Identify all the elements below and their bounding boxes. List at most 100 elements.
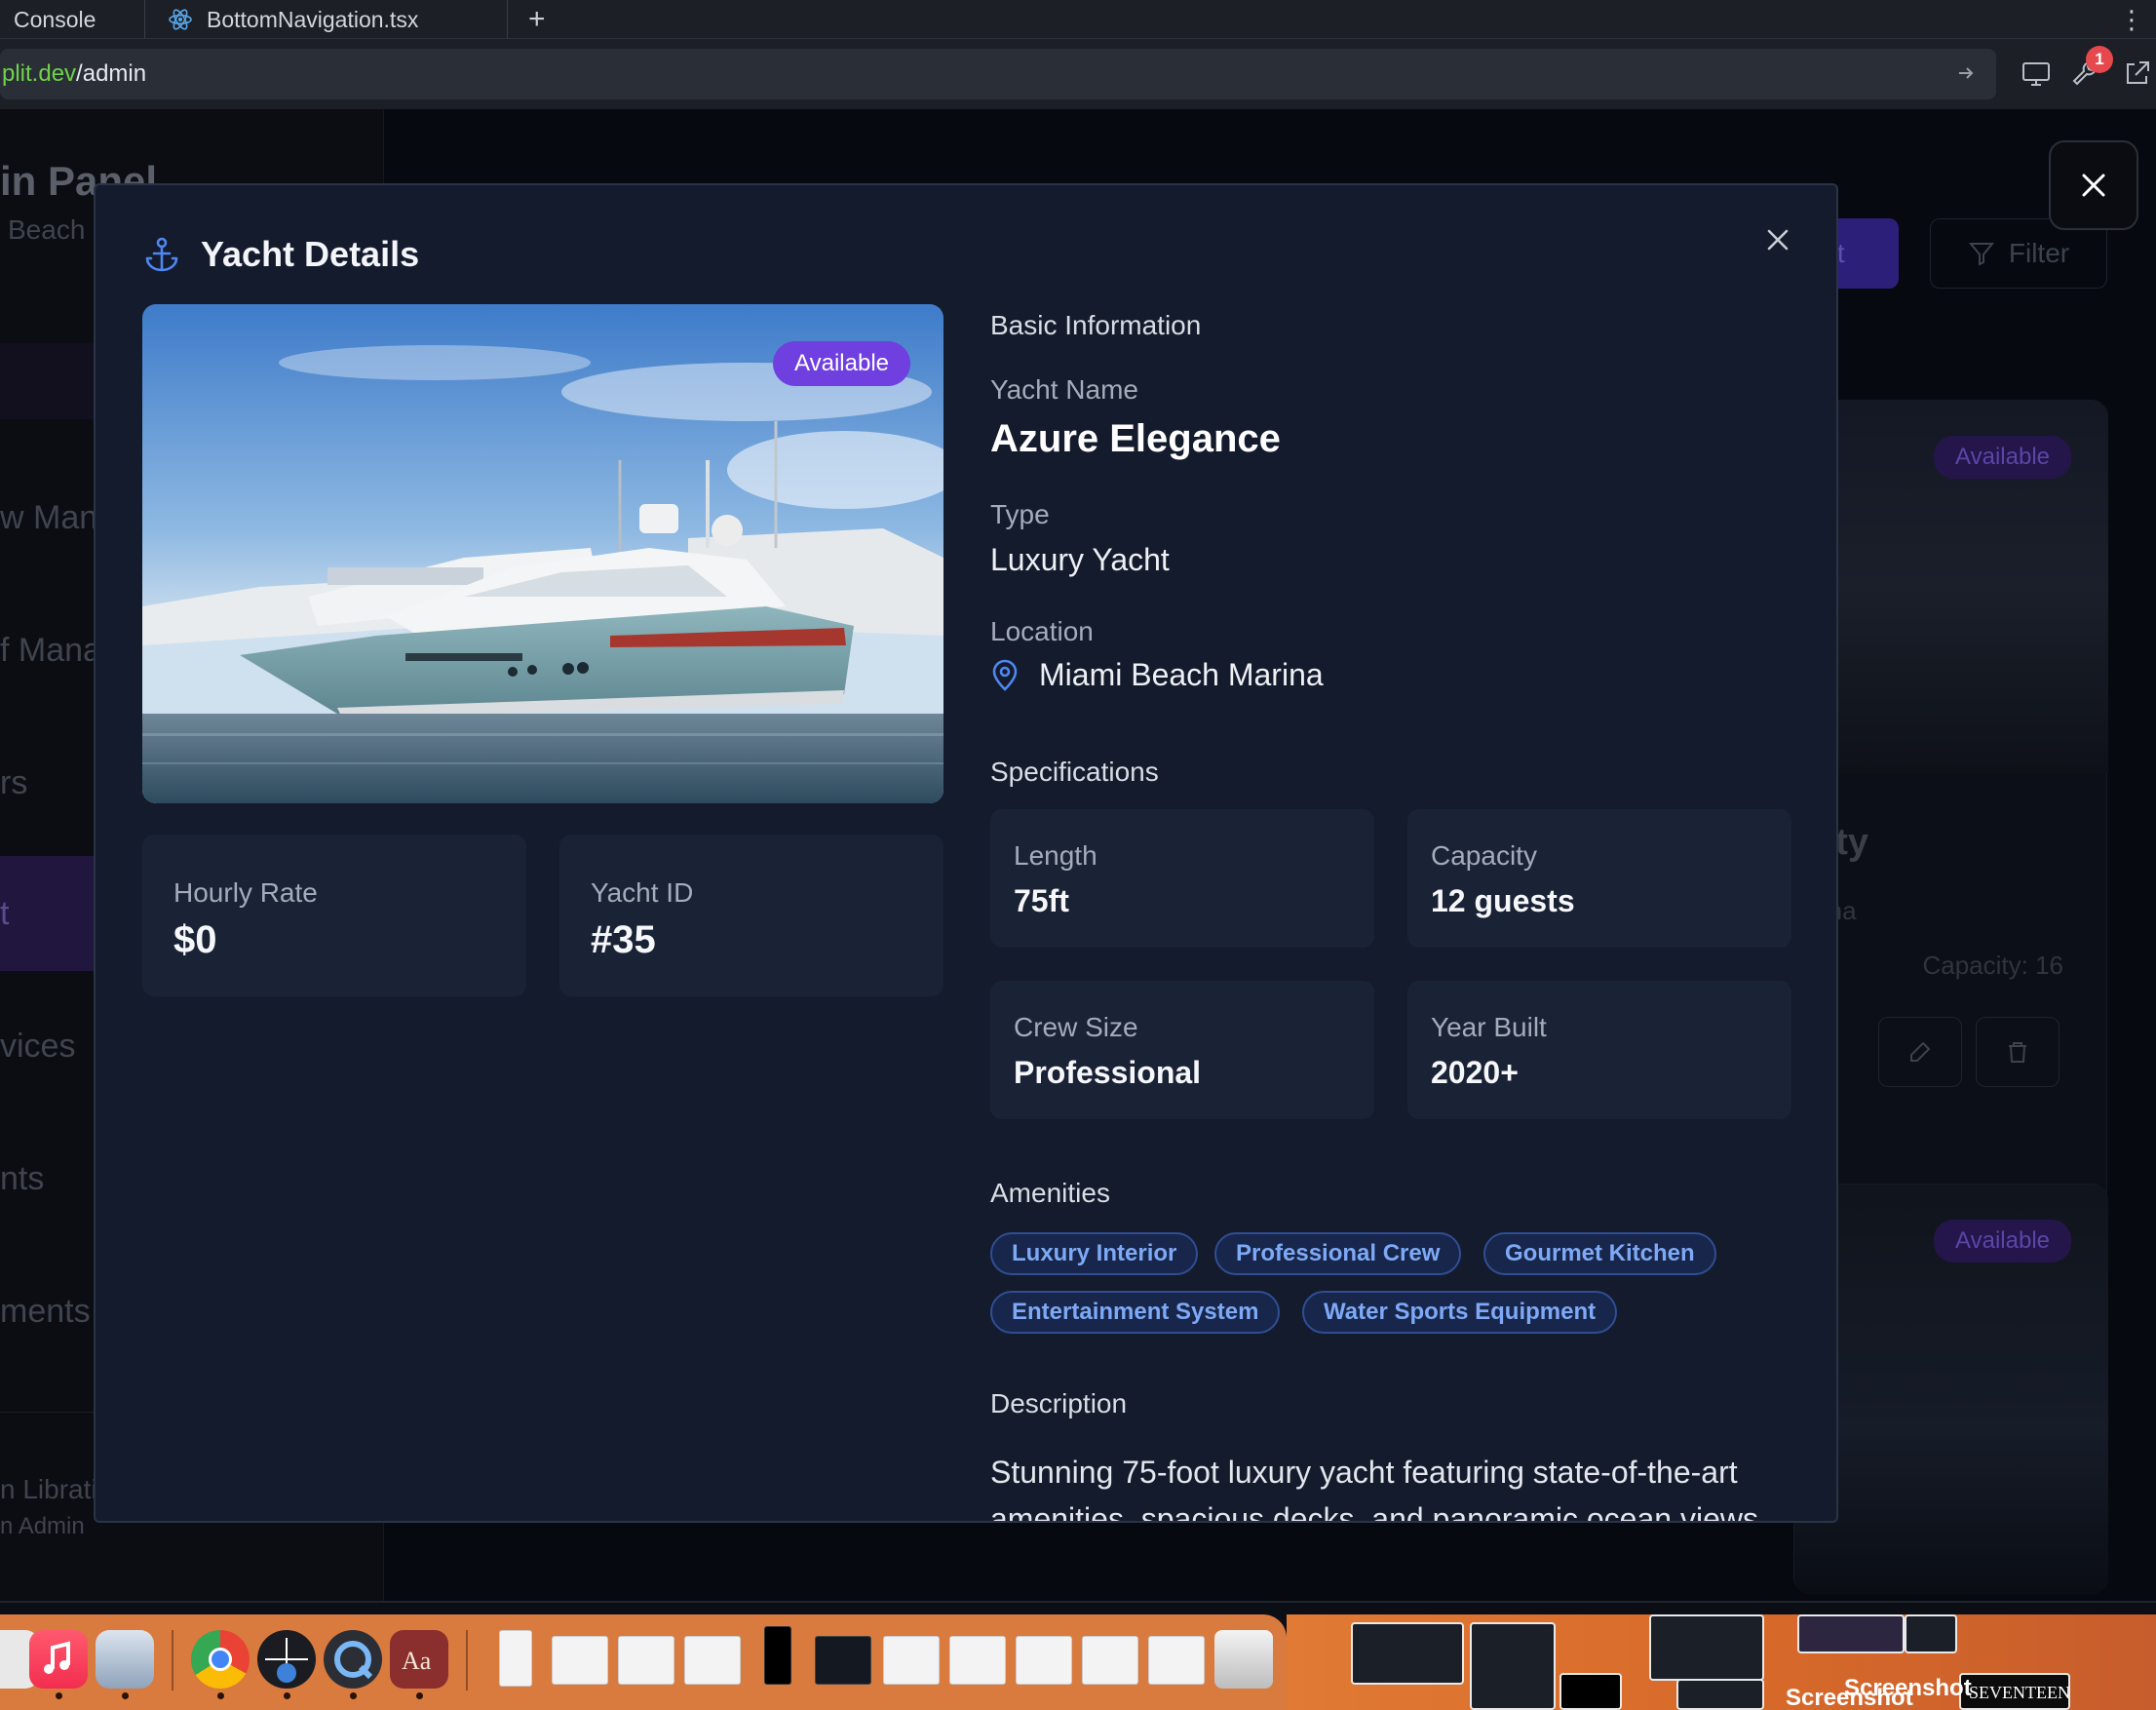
desktop-file-label[interactable]: Screenshot xyxy=(1786,1685,1913,1710)
compass-app-icon[interactable] xyxy=(257,1630,316,1689)
desktop-thumbnail[interactable]: SEVENTEEN xyxy=(1959,1673,2070,1710)
filter-icon xyxy=(1968,243,1994,266)
thumbnail-text: SEVENTEEN xyxy=(1969,1683,2070,1702)
amenity-chip: Luxury Interior xyxy=(990,1232,1199,1275)
desktop-thumbnail[interactable] xyxy=(1559,1673,1622,1710)
spec-label: Year Built xyxy=(1431,1012,1547,1042)
type-value: Luxury Yacht xyxy=(990,542,1170,577)
document-thumbnail[interactable] xyxy=(552,1636,608,1685)
tab-console[interactable]: Console xyxy=(14,0,96,39)
sidebar-item[interactable]: nts xyxy=(0,1160,44,1198)
new-tab-button[interactable]: + xyxy=(528,0,546,39)
open-external-icon[interactable] xyxy=(2121,57,2154,90)
close-overlay-button[interactable] xyxy=(2049,140,2156,230)
desktop-thumbnail[interactable] xyxy=(1797,1614,1905,1653)
close-overlay-frame xyxy=(2049,140,2138,230)
basic-info-heading: Basic Information xyxy=(990,310,1202,340)
document-icon[interactable] xyxy=(499,1630,532,1687)
description-heading: Description xyxy=(990,1388,1128,1419)
quicktime-icon[interactable] xyxy=(324,1630,382,1689)
desktop-thumbnail[interactable] xyxy=(1676,1679,1764,1710)
amenity-chip: Gourmet Kitchen xyxy=(1483,1232,1716,1275)
notification-badge: 1 xyxy=(2086,46,2113,73)
modal-header: Yacht Details xyxy=(142,234,419,275)
card-capacity: Capacity: 16 xyxy=(1922,951,2063,980)
url-path: /admin xyxy=(76,60,147,87)
map-pin-icon xyxy=(992,659,1018,691)
yacht-card: Available esty larina Capacity: 16 xyxy=(1793,400,2108,1244)
running-indicator xyxy=(56,1692,62,1699)
trash-bin-icon[interactable] xyxy=(1214,1630,1273,1689)
desktop-thumbnail[interactable] xyxy=(1470,1622,1556,1710)
more-menu-icon[interactable]: ⋮ xyxy=(2119,0,2144,39)
yacht-id-value: #35 xyxy=(591,918,656,961)
anchor-icon xyxy=(145,237,178,272)
react-icon xyxy=(169,9,192,30)
running-indicator xyxy=(416,1692,423,1699)
document-thumbnail[interactable] xyxy=(949,1636,1006,1685)
trash-icon xyxy=(2009,1042,2026,1063)
document-thumbnail[interactable] xyxy=(883,1636,940,1685)
document-thumbnail[interactable] xyxy=(684,1636,741,1685)
address-bar-row: plit.dev /admin xyxy=(0,39,2156,109)
yacht-details-modal: Yacht Details Available Hourly Rate $0 Y… xyxy=(94,183,1838,1523)
spec-label: Crew Size xyxy=(1014,1012,1138,1042)
svg-text:Aa: Aa xyxy=(402,1647,432,1675)
yacht-id-label: Yacht ID xyxy=(591,877,694,908)
hourly-rate-card: Hourly Rate $0 xyxy=(142,835,526,996)
hourly-rate-label: Hourly Rate xyxy=(173,877,318,908)
spec-value: 75ft xyxy=(1014,883,1069,918)
document-thumbnail[interactable] xyxy=(618,1636,674,1685)
hourly-rate-value: $0 xyxy=(173,918,217,961)
preview-icon[interactable] xyxy=(96,1630,154,1689)
go-arrow-icon[interactable] xyxy=(1955,62,1977,84)
type-label: Type xyxy=(990,499,1050,529)
spec-label: Capacity xyxy=(1431,840,1537,871)
music-icon[interactable] xyxy=(29,1630,88,1689)
url-field[interactable]: plit.dev /admin xyxy=(0,49,1996,99)
desktop-thumbnail[interactable] xyxy=(1351,1622,1464,1685)
tab-divider xyxy=(144,0,145,39)
sidebar-item[interactable]: ments xyxy=(0,1293,91,1331)
tab-label: BottomNavigation.tsx xyxy=(207,6,419,32)
spec-label: Length xyxy=(1014,840,1097,871)
document-thumbnail[interactable] xyxy=(1016,1636,1072,1685)
amenities-heading: Amenities xyxy=(990,1178,1110,1208)
status-badge: Available xyxy=(773,341,910,386)
user-role: n Admin xyxy=(0,1513,85,1539)
url-domain: plit.dev xyxy=(2,60,77,87)
chrome-icon[interactable] xyxy=(191,1630,250,1689)
browser-tab-bar: Console BottomNavigation.tsx + ⋮ xyxy=(0,0,2156,39)
card-status-badge: Available xyxy=(1934,436,2071,479)
desktop-thumbnail[interactable] xyxy=(1649,1614,1764,1681)
spec-value: 2020+ xyxy=(1431,1055,1519,1090)
filter-label: Filter xyxy=(2008,238,2070,268)
spec-value: Professional xyxy=(1014,1055,1202,1090)
location-row: Miami Beach Marina xyxy=(990,657,1324,693)
sidebar-item-label: t xyxy=(0,895,10,932)
edit-icon xyxy=(1910,1041,1931,1062)
document-thumbnail[interactable] xyxy=(1082,1636,1138,1685)
running-indicator xyxy=(350,1692,357,1699)
running-indicator xyxy=(122,1692,129,1699)
sidebar-item[interactable]: rs xyxy=(0,764,27,802)
edit-button[interactable] xyxy=(1878,1017,1962,1087)
desktop-thumbnail[interactable] xyxy=(1905,1614,1957,1653)
dock-separator xyxy=(466,1630,468,1691)
dark-screenshot-thumbnail[interactable] xyxy=(815,1636,871,1685)
delete-button[interactable] xyxy=(1976,1017,2060,1087)
amenity-chip: Professional Crew xyxy=(1214,1232,1462,1275)
tab-bottom-navigation[interactable]: BottomNavigation.tsx xyxy=(168,0,418,39)
sidebar-item[interactable]: vices xyxy=(0,1028,75,1066)
yacht-card: Available xyxy=(1793,1184,2108,1594)
devices-icon[interactable] xyxy=(2020,57,2053,90)
document-thumbnail[interactable] xyxy=(1148,1636,1205,1685)
dictionary-icon[interactable]: Aa xyxy=(390,1630,448,1689)
phone-screenshot-thumbnail[interactable] xyxy=(764,1626,791,1685)
spec-card-length: Length 75ft xyxy=(990,809,1374,948)
spec-card-year-built: Year Built 2020+ xyxy=(1407,981,1791,1119)
spec-value: 12 guests xyxy=(1431,883,1575,918)
sidebar-item[interactable]: f Mana xyxy=(0,632,101,670)
close-icon xyxy=(1767,229,1789,251)
modal-close-button[interactable] xyxy=(1758,220,1797,259)
